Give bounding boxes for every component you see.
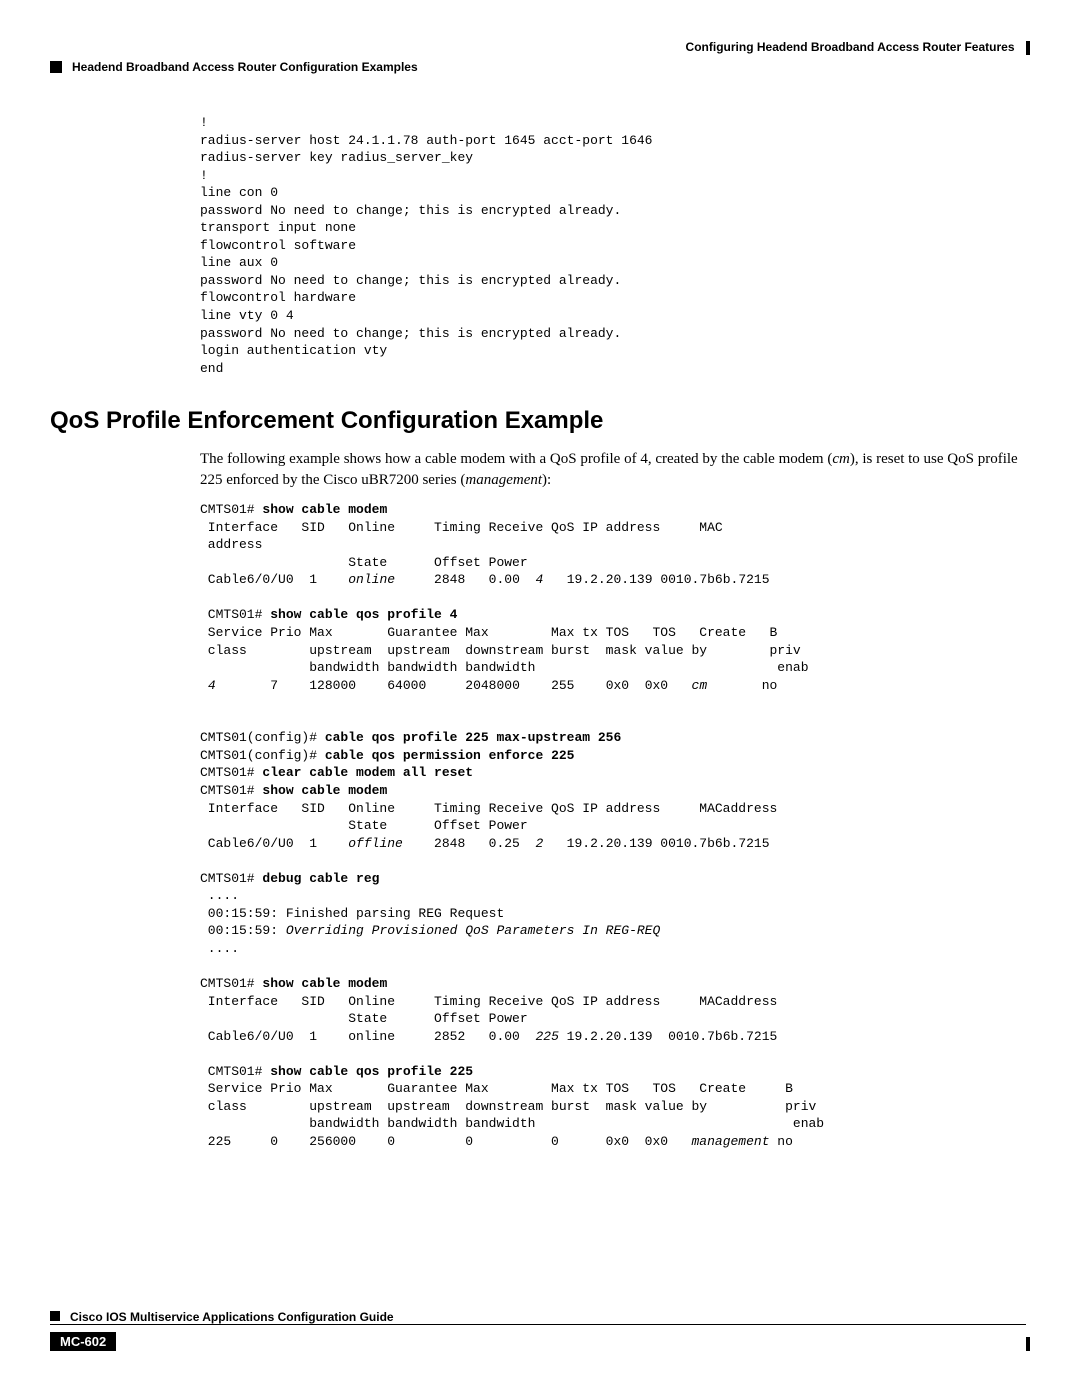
page-header: Configuring Headend Broadband Access Rou…: [50, 40, 1030, 56]
intro-paragraph: The following example shows how a cable …: [200, 449, 1030, 491]
header-end-marker: [1026, 41, 1030, 55]
footer-marker-square: [50, 1311, 60, 1321]
footer-guide-title: Cisco IOS Multiservice Applications Conf…: [70, 1310, 394, 1324]
terminal-output: CMTS01# show cable modem Interface SID O…: [200, 501, 1030, 1150]
section-breadcrumb: Headend Broadband Access Router Configur…: [50, 60, 1030, 74]
section-marker-square: [50, 61, 62, 73]
section-breadcrumb-text: Headend Broadband Access Router Configur…: [72, 60, 418, 74]
config-code-block: ! radius-server host 24.1.1.78 auth-port…: [200, 114, 1030, 377]
section-title: QoS Profile Enforcement Configuration Ex…: [50, 407, 1030, 435]
page-footer: Cisco IOS Multiservice Applications Conf…: [50, 1310, 1030, 1351]
page-number-tag: MC-602: [50, 1332, 116, 1351]
footer-end-marker: [1026, 1337, 1030, 1351]
footer-rule: [50, 1324, 1026, 1325]
chapter-title: Configuring Headend Broadband Access Rou…: [686, 40, 1015, 54]
